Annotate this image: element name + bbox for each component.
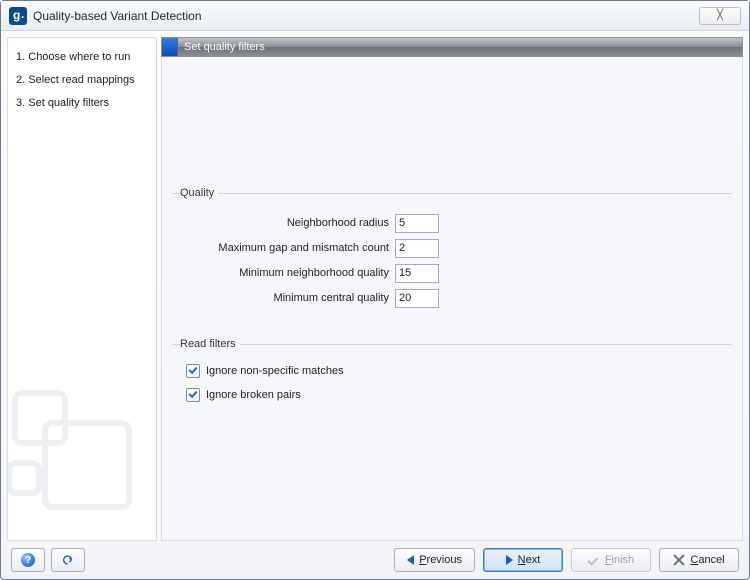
label-ignore-non-specific: Ignore non-specific matches bbox=[206, 365, 344, 377]
checkbox-icon bbox=[186, 388, 200, 402]
read-filters-group: Read filters Ignore non-specific matches… bbox=[172, 338, 732, 420]
next-button-label: Next bbox=[518, 554, 541, 566]
label-neighborhood-radius: Neighborhood radius bbox=[180, 217, 395, 229]
wizard-main-panel: Set quality filters Quality Neighborhood… bbox=[161, 37, 743, 541]
step-content: Quality Neighborhood radius Maximum gap … bbox=[161, 57, 743, 541]
dialog-footer: ? Previous Next Finish Cancel bbox=[1, 541, 749, 579]
label-min-neigh-quality: Minimum neighborhood quality bbox=[180, 267, 395, 279]
step-header-accent bbox=[162, 38, 178, 56]
arrow-left-icon bbox=[407, 555, 414, 565]
row-min-central-quality: Minimum central quality bbox=[180, 287, 724, 309]
row-neighborhood-radius: Neighborhood radius bbox=[180, 212, 724, 234]
arrow-right-icon bbox=[506, 555, 513, 565]
cancel-button-label: Cancel bbox=[690, 554, 724, 566]
checkbox-ignore-broken-pairs[interactable]: Ignore broken pairs bbox=[186, 388, 724, 402]
x-icon bbox=[673, 554, 685, 566]
undo-icon bbox=[61, 553, 75, 567]
label-min-central-quality: Minimum central quality bbox=[180, 292, 395, 304]
checkbox-ignore-non-specific[interactable]: Ignore non-specific matches bbox=[186, 364, 724, 378]
label-ignore-broken-pairs: Ignore broken pairs bbox=[206, 389, 301, 401]
input-neighborhood-radius[interactable] bbox=[395, 214, 439, 233]
input-min-neigh-quality[interactable] bbox=[395, 264, 439, 283]
finish-button[interactable]: Finish bbox=[571, 548, 651, 572]
row-min-neigh-quality: Minimum neighborhood quality bbox=[180, 262, 724, 284]
decorative-squares-icon bbox=[7, 370, 157, 530]
close-icon: ╳ bbox=[717, 10, 723, 21]
input-max-gap-mismatch[interactable] bbox=[395, 239, 439, 258]
step-header: Set quality filters bbox=[161, 37, 743, 57]
wizard-step-2: Select read mappings bbox=[16, 69, 152, 92]
app-logo-icon bbox=[9, 7, 27, 25]
previous-button[interactable]: Previous bbox=[394, 548, 475, 572]
previous-button-label: Previous bbox=[419, 554, 462, 566]
dialog-body: Choose where to run Select read mappings… bbox=[1, 31, 749, 541]
wizard-step-3: Set quality filters bbox=[16, 92, 152, 115]
dialog-window: Quality-based Variant Detection ╳ Choose… bbox=[0, 0, 750, 580]
wizard-step-1: Choose where to run bbox=[16, 46, 152, 69]
titlebar: Quality-based Variant Detection ╳ bbox=[1, 1, 749, 31]
step-header-title: Set quality filters bbox=[184, 41, 265, 53]
quality-legend: Quality bbox=[180, 187, 218, 199]
window-title: Quality-based Variant Detection bbox=[33, 9, 202, 23]
wizard-steps-sidebar: Choose where to run Select read mappings… bbox=[7, 37, 157, 541]
finish-button-label: Finish bbox=[605, 554, 634, 566]
help-button[interactable]: ? bbox=[11, 548, 45, 572]
window-close-button[interactable]: ╳ bbox=[699, 7, 741, 25]
quality-group: Quality Neighborhood radius Maximum gap … bbox=[172, 187, 732, 320]
check-icon bbox=[588, 554, 600, 566]
read-filters-legend: Read filters bbox=[180, 338, 240, 350]
row-max-gap-mismatch: Maximum gap and mismatch count bbox=[180, 237, 724, 259]
help-icon: ? bbox=[21, 553, 35, 567]
cancel-button[interactable]: Cancel bbox=[659, 548, 739, 572]
input-min-central-quality[interactable] bbox=[395, 289, 439, 308]
next-button[interactable]: Next bbox=[483, 548, 563, 572]
label-max-gap-mismatch: Maximum gap and mismatch count bbox=[180, 242, 395, 254]
reset-button[interactable] bbox=[51, 548, 85, 572]
checkbox-icon bbox=[186, 364, 200, 378]
